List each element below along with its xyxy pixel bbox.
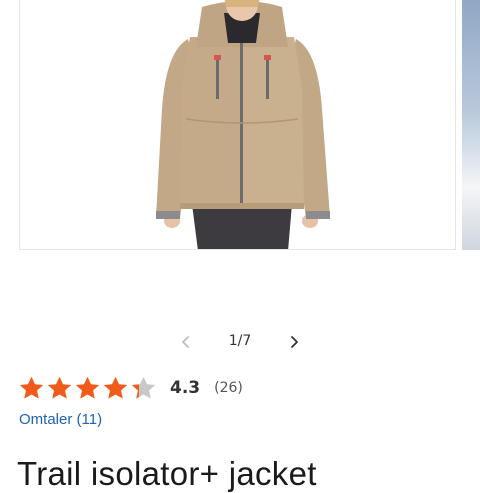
gallery-pager: 1/7 [0,330,480,354]
star-icon [75,376,100,399]
star-icon [103,376,128,399]
product-title: Trail isolator+ jacket [17,455,317,492]
chevron-left-icon [182,336,189,348]
product-photo-jacket [156,0,330,249]
product-image-gallery[interactable] [0,0,480,260]
star-rating [18,375,157,402]
rating-score: 4.3 [170,378,201,398]
chevron-right-icon [291,336,298,348]
image-counter: 1/7 [228,333,252,349]
reviews-link[interactable]: Omtaler (11) [19,411,102,428]
star-icon [131,376,156,399]
product-image[interactable] [19,0,456,250]
star-icon [47,376,72,399]
rating-count: (26) [214,380,243,396]
next-image-button[interactable] [282,330,306,354]
star-icon [19,376,44,399]
product-rating[interactable]: 4.3 (26) [18,373,243,403]
previous-image-button[interactable] [174,330,198,354]
next-slide-preview[interactable] [462,0,480,250]
